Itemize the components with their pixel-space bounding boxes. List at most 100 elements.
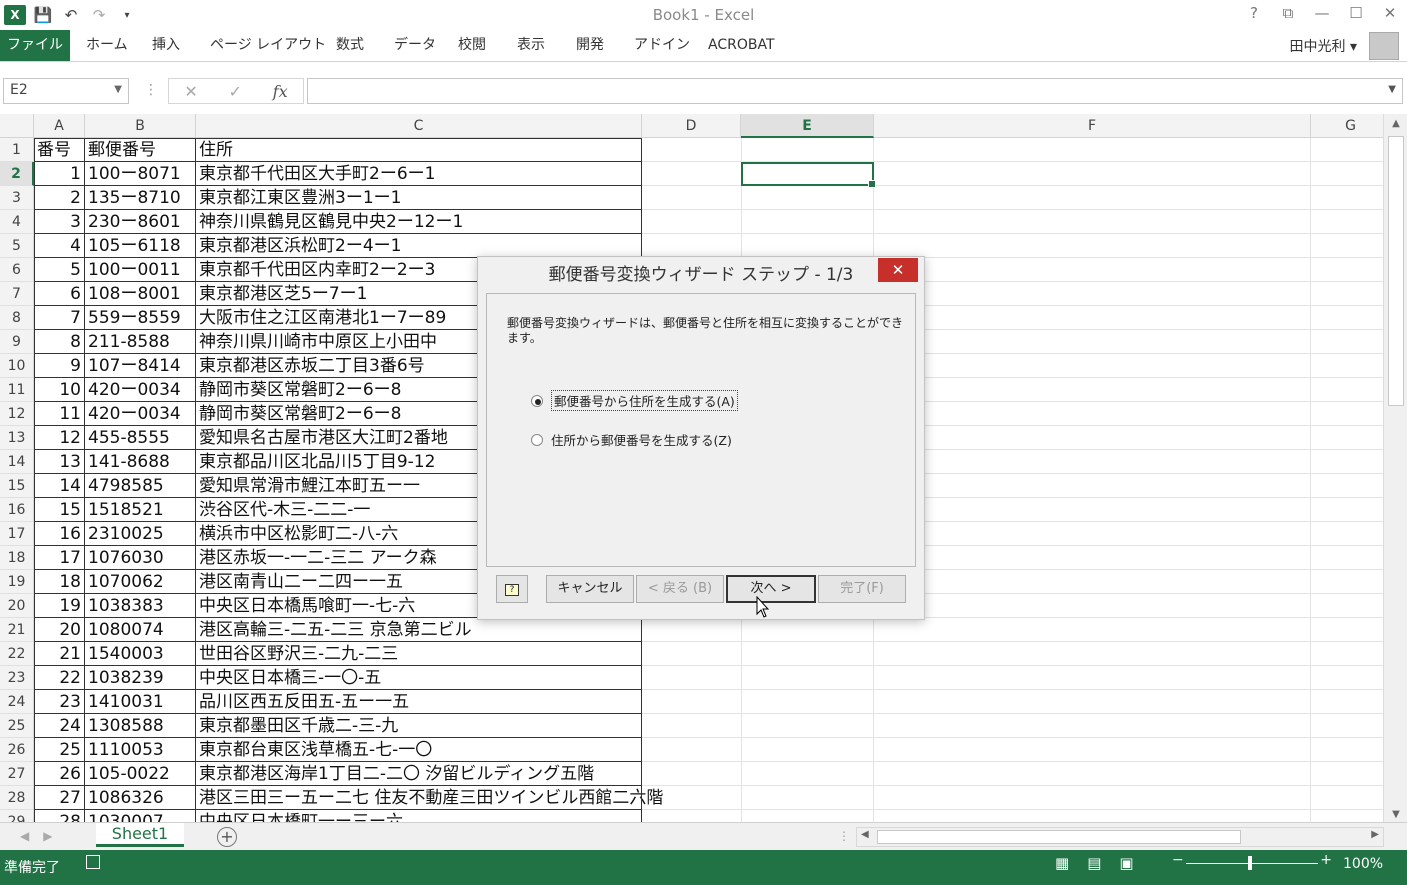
cell-a[interactable]: 19 (34, 594, 85, 618)
row-header[interactable]: 9 (0, 330, 34, 354)
row-header[interactable]: 7 (0, 282, 34, 306)
cell-a[interactable]: 6 (34, 282, 85, 306)
scroll-down-icon[interactable]: ▼ (1384, 809, 1407, 820)
radio-postal-from-address[interactable]: 住所から郵便番号を生成する(Z) (531, 430, 732, 449)
maximize-icon[interactable]: ☐ (1345, 4, 1367, 22)
row-header[interactable]: 18 (0, 546, 34, 570)
normal-view-icon[interactable]: ▦ (1055, 854, 1069, 872)
cell-b[interactable]: 1038383 (85, 594, 196, 618)
zoom-level[interactable]: 100% (1343, 856, 1383, 872)
cell-c[interactable]: 東京都港区海岸1丁目二-二〇 汐留ビルディング五階 (196, 762, 642, 786)
column-header-d[interactable]: D (642, 114, 741, 138)
vertical-scrollbar[interactable]: ▲ ▼ (1383, 114, 1407, 822)
zoom-slider[interactable]: − + (1172, 852, 1332, 870)
cell-a[interactable]: 13 (34, 450, 85, 474)
name-box[interactable]: E2 ▼ (3, 78, 129, 104)
cell-a[interactable]: 4 (34, 234, 85, 258)
cell-b[interactable]: 100ー8071 (85, 162, 196, 186)
enter-icon[interactable]: ✓ (229, 82, 242, 101)
cell-b[interactable]: 郵便番号 (85, 138, 196, 162)
scroll-thumb[interactable] (1388, 136, 1404, 406)
tab-acrobat[interactable]: ACROBAT (698, 30, 785, 61)
cell-c[interactable]: 神奈川県鶴見区鶴見中央2ー12ー1 (196, 210, 642, 234)
cell-a[interactable]: 25 (34, 738, 85, 762)
cancel-button[interactable]: キャンセル (546, 575, 634, 603)
cell-c[interactable]: 世田谷区野沢三-二九-二三 (196, 642, 642, 666)
cell-c[interactable]: 品川区西五反田五-五ー一五 (196, 690, 642, 714)
radio-address-from-postal[interactable]: 郵便番号から住所を生成する(A) (531, 390, 738, 411)
row-header[interactable]: 29 (0, 810, 34, 822)
cell-a[interactable]: 23 (34, 690, 85, 714)
row-header[interactable]: 14 (0, 450, 34, 474)
cell-a[interactable]: 9 (34, 354, 85, 378)
cell-b[interactable]: 100ー0011 (85, 258, 196, 282)
selected-cell[interactable] (741, 162, 876, 188)
row-header[interactable]: 12 (0, 402, 34, 426)
finish-button[interactable]: 完了(F) (818, 575, 906, 603)
horizontal-scrollbar[interactable]: ◀ ▶ (856, 827, 1384, 847)
column-header-g[interactable]: G (1311, 114, 1383, 138)
cell-a[interactable]: 21 (34, 642, 85, 666)
formula-input[interactable]: ▼ (307, 78, 1403, 104)
sheet-tab-sheet1[interactable]: Sheet1 (96, 823, 184, 847)
cell-b[interactable]: 1076030 (85, 546, 196, 570)
row-header[interactable]: 25 (0, 714, 34, 738)
row-header[interactable]: 3 (0, 186, 34, 210)
tab-review[interactable]: 校閲 (448, 30, 496, 61)
splitter-icon[interactable]: ⋮ (838, 829, 850, 843)
cell-c[interactable]: 東京都港区浜松町2ー4ー1 (196, 234, 642, 258)
cell-b[interactable]: 141-8688 (85, 450, 196, 474)
cell-a[interactable]: 7 (34, 306, 85, 330)
column-header-a[interactable]: A (34, 114, 85, 138)
cell-c[interactable]: 中央区日本橋三-一〇-五 (196, 666, 642, 690)
cell-c[interactable]: 港区高輪三-二五-二三 京急第二ビル (196, 618, 642, 642)
tab-file[interactable]: ファイル (0, 30, 70, 61)
row-header[interactable]: 28 (0, 786, 34, 810)
cell-c[interactable]: 東京都台東区浅草橋五-七-一〇 (196, 738, 642, 762)
cell-a[interactable]: 26 (34, 762, 85, 786)
page-break-view-icon[interactable]: ▣ (1119, 854, 1133, 872)
cell-c[interactable]: 東京都江東区豊洲3ー1ー1 (196, 186, 642, 210)
cell-a[interactable]: 20 (34, 618, 85, 642)
cell-b[interactable]: 107ー8414 (85, 354, 196, 378)
cell-c[interactable]: 港区三田三ー五ー二七 住友不動産三田ツインビル西館二六階 (196, 786, 663, 810)
cell-a[interactable]: 15 (34, 498, 85, 522)
hscroll-thumb[interactable] (877, 830, 1241, 844)
row-header[interactable]: 22 (0, 642, 34, 666)
add-sheet-icon[interactable]: + (217, 827, 237, 847)
cell-b[interactable]: 108ー8001 (85, 282, 196, 306)
cell-a[interactable]: 18 (34, 570, 85, 594)
row-header[interactable]: 23 (0, 666, 34, 690)
sheet-nav-icons[interactable]: ◀▶ (20, 829, 66, 843)
cell-b[interactable]: 420ー0034 (85, 402, 196, 426)
tab-formulas[interactable]: 数式 (326, 30, 374, 61)
cell-a[interactable]: 1 (34, 162, 85, 186)
tab-home[interactable]: ホーム (76, 30, 138, 61)
cell-a[interactable]: 27 (34, 786, 85, 810)
cell-b[interactable]: 420ー0034 (85, 378, 196, 402)
tab-addins[interactable]: アドイン (624, 30, 700, 61)
cell-b[interactable]: 135ー8710 (85, 186, 196, 210)
row-header[interactable]: 6 (0, 258, 34, 282)
cell-b[interactable]: 211-8588 (85, 330, 196, 354)
help-button[interactable]: ? (496, 575, 528, 603)
cell-b[interactable]: 1540003 (85, 642, 196, 666)
cancel-icon[interactable]: ✕ (184, 82, 197, 101)
cell-b[interactable]: 455-8555 (85, 426, 196, 450)
cell-c[interactable]: 住所 (196, 138, 642, 162)
row-header[interactable]: 21 (0, 618, 34, 642)
cell-a[interactable]: 番号 (34, 138, 85, 162)
row-header[interactable]: 26 (0, 738, 34, 762)
close-window-icon[interactable]: ✕ (1379, 4, 1401, 22)
cell-b[interactable]: 230ー8601 (85, 210, 196, 234)
cell-c[interactable]: 東京都墨田区千歳二-三-九 (196, 714, 642, 738)
cell-a[interactable]: 3 (34, 210, 85, 234)
back-button[interactable]: < 戻る (B) (636, 575, 724, 603)
cell-c[interactable]: 東京都千代田区大手町2ー6ー1 (196, 162, 642, 186)
cell-a[interactable]: 22 (34, 666, 85, 690)
cell-b[interactable]: 1410031 (85, 690, 196, 714)
cell-b[interactable]: 1518521 (85, 498, 196, 522)
row-header[interactable]: 20 (0, 594, 34, 618)
cell-a[interactable]: 10 (34, 378, 85, 402)
close-icon[interactable]: ✕ (878, 258, 918, 282)
